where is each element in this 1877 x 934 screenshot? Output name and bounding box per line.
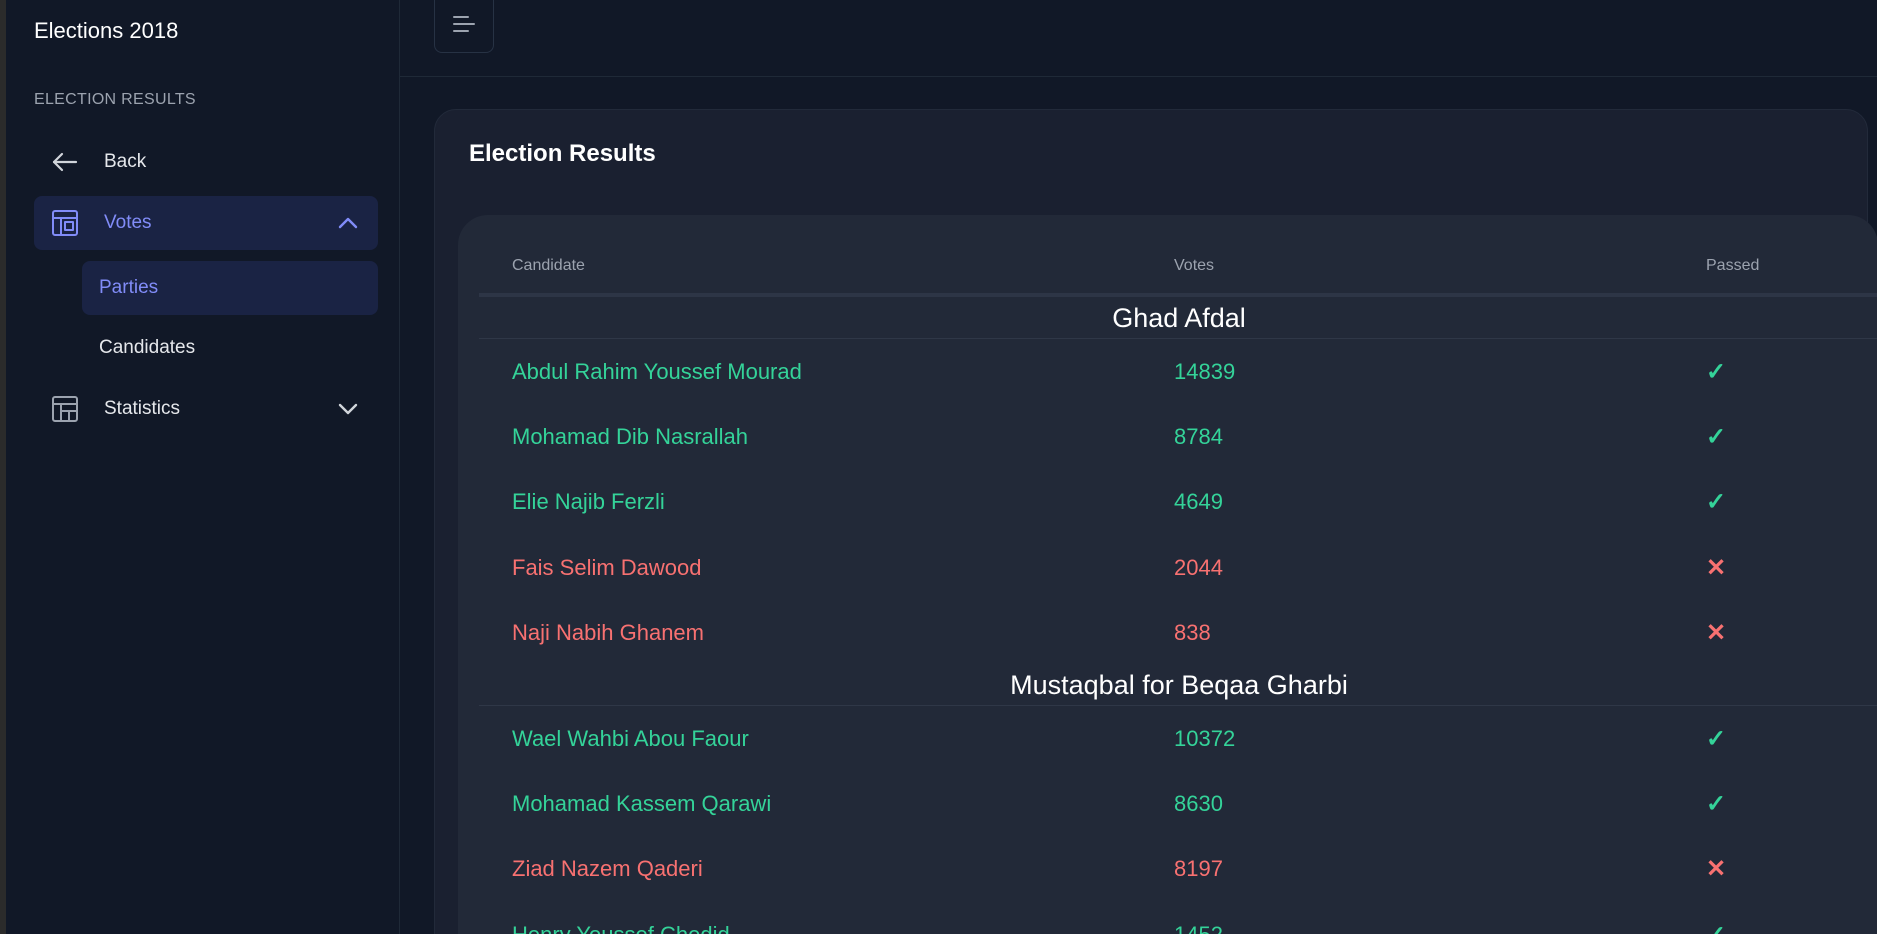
party-name: Mustaqbal for Beqaa Gharbi — [1010, 670, 1348, 700]
vote-count: 8630 — [1174, 790, 1223, 816]
sidebar-item-parties[interactable]: Parties — [82, 261, 378, 315]
column-header-passed: Passed — [1706, 257, 1760, 274]
candidate-name: Mohamad Kassem Qarawi — [512, 790, 772, 816]
column-header-votes: Votes — [1174, 257, 1215, 274]
sidebar-item-label: Statistics — [104, 398, 181, 419]
vote-count: 10372 — [1174, 725, 1236, 751]
candidate-name: Fais Selim Dawood — [512, 554, 702, 580]
chevron-up-icon — [336, 211, 360, 235]
table-row: Elie Najib Ferzli 4649 ✓ — [479, 469, 1877, 534]
table-row: Naji Nabih Ghanem 838 ✕ — [479, 600, 1877, 665]
top-bar — [400, 0, 1877, 77]
vote-count: 838 — [1174, 619, 1211, 645]
check-icon: ✓ — [1706, 423, 1727, 450]
table-row: Henry Youssef Chedid 1452 ✓ — [479, 902, 1877, 934]
group-row: Mustaqbal for Beqaa Gharbi — [479, 664, 1877, 706]
table-icon — [50, 394, 80, 424]
sidebar-section-label: ELECTION RESULTS — [34, 91, 196, 108]
sidebar-item-back[interactable]: Back — [34, 136, 378, 188]
sidebar-item-label: Parties — [99, 277, 159, 298]
table-row: Abdul Rahim Youssef Mourad 14839 ✓ — [479, 339, 1877, 404]
table-row: Mohamad Dib Nasrallah 8784 ✓ — [479, 404, 1877, 469]
candidate-name: Wael Wahbi Abou Faour — [512, 725, 749, 751]
arrow-left-icon — [50, 147, 80, 177]
menu-icon — [451, 13, 477, 40]
check-icon: ✓ — [1706, 920, 1726, 934]
group-row: Ghad Afdal — [479, 297, 1877, 339]
page-title: Election Results — [469, 140, 656, 167]
check-icon: ✓ — [1706, 790, 1727, 817]
party-name: Ghad Afdal — [1112, 303, 1246, 333]
vote-count: 8197 — [1174, 855, 1223, 881]
sidebar-item-label: Candidates — [99, 337, 196, 358]
results-table: Candidate Votes Passed Ghad Afdal Abdul … — [458, 215, 1877, 934]
table-row: Fais Selim Dawood 2044 ✕ — [479, 535, 1877, 600]
sidebar-item-votes[interactable]: Votes — [34, 196, 378, 250]
candidate-name: Mohamad Dib Nasrallah — [512, 423, 748, 449]
cross-icon: ✕ — [1706, 855, 1727, 882]
cross-icon: ✕ — [1706, 619, 1727, 646]
sidebar-item-candidates[interactable]: Candidates — [82, 321, 378, 375]
cross-icon: ✕ — [1706, 554, 1727, 581]
sidebar: Elections 2018 ELECTION RESULTS Back Vot… — [6, 0, 400, 934]
column-header-candidate: Candidate — [512, 257, 585, 274]
table-row: Ziad Nazem Qaderi 8197 ✕ — [479, 836, 1877, 901]
candidate-name: Naji Nabih Ghanem — [512, 619, 704, 645]
vote-count: 4649 — [1174, 488, 1223, 514]
table-row: Mohamad Kassem Qarawi 8630 ✓ — [479, 771, 1877, 836]
vote-count: 8784 — [1174, 423, 1223, 449]
vote-count: 2044 — [1174, 554, 1223, 580]
candidate-name: Abdul Rahim Youssef Mourad — [512, 358, 802, 384]
results-card: Election Results Candidate Votes Passed … — [434, 109, 1877, 934]
app-root: Elections 2018 ELECTION RESULTS Back Vot… — [0, 0, 1877, 934]
candidate-name: Ziad Nazem Qaderi — [512, 855, 703, 881]
check-icon: ✓ — [1706, 358, 1727, 385]
candidate-name: Henry Youssef Chedid — [512, 921, 730, 934]
check-icon: ✓ — [1706, 488, 1727, 515]
sidebar-item-statistics[interactable]: Statistics — [34, 382, 378, 436]
ballot-icon — [50, 208, 80, 238]
candidate-name: Elie Najib Ferzli — [512, 488, 665, 514]
sidebar-item-label: Votes — [104, 212, 152, 233]
menu-toggle-button[interactable] — [434, 0, 494, 53]
vote-count: 1452 — [1174, 921, 1223, 934]
table-row: Wael Wahbi Abou Faour 10372 ✓ — [479, 706, 1877, 771]
vote-count: 14839 — [1174, 358, 1236, 384]
check-icon: ✓ — [1706, 725, 1727, 752]
app-title: Elections 2018 — [34, 18, 179, 43]
chevron-down-icon — [336, 397, 360, 421]
sidebar-item-label: Back — [104, 151, 147, 172]
